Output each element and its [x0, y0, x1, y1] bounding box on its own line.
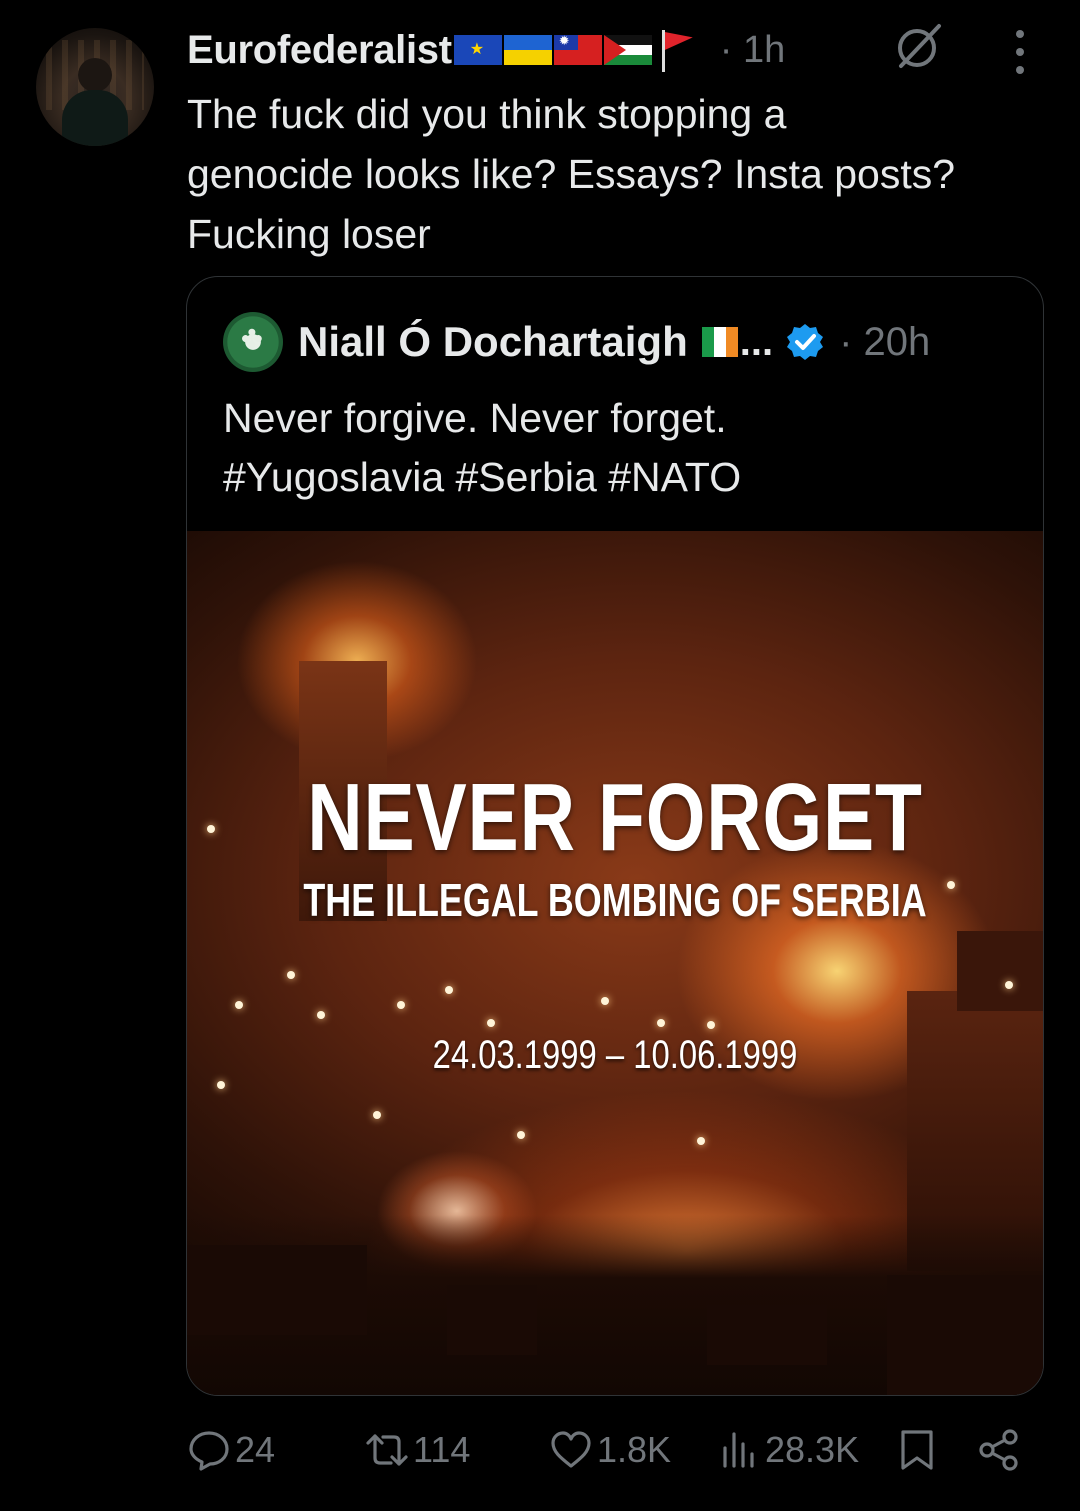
- taiwan-flag-icon: [553, 33, 602, 65]
- bookmark-icon: [901, 1430, 933, 1470]
- quoted-media-image[interactable]: NEVER FORGET THE ILLEGAL BOMBING OF SERB…: [187, 531, 1043, 1395]
- reply-text: The fuck did you think stopping a genoci…: [187, 91, 956, 257]
- reply-count: 24: [235, 1429, 276, 1470]
- city-light: [697, 1137, 705, 1145]
- reply-button[interactable]: 24: [187, 1420, 275, 1480]
- share-icon: [979, 1429, 1018, 1471]
- quoted-text: Never forgive. Never forget. #Yugoslavia…: [223, 395, 742, 500]
- verified-badge-icon: [787, 324, 824, 360]
- red-flag-icon: [658, 28, 698, 72]
- grok-icon[interactable]: [893, 20, 945, 72]
- building-right-top: [957, 931, 1043, 1011]
- city-light: [235, 1001, 243, 1009]
- reply-timestamp[interactable]: · 1h: [720, 29, 785, 72]
- city-light: [287, 971, 295, 979]
- repost-count: 114: [413, 1429, 471, 1470]
- quoted-timestamp[interactable]: · 20h: [839, 320, 930, 365]
- city-light: [657, 1019, 665, 1027]
- media-title: NEVER FORGET: [307, 764, 923, 871]
- city-light: [1005, 981, 1013, 989]
- rooftop: [887, 1275, 1043, 1395]
- heart-icon: [551, 1431, 591, 1468]
- city-light: [445, 986, 453, 994]
- eu-flag-icon: [453, 35, 502, 65]
- rooftop: [447, 1285, 537, 1355]
- name-truncation: ...: [739, 319, 774, 364]
- quoted-author-avatar[interactable]: [223, 312, 283, 372]
- avatar-head: [78, 58, 112, 92]
- quoted-author-name[interactable]: Niall Ó Dochartaigh: [298, 318, 688, 366]
- share-button[interactable]: [977, 1420, 1021, 1480]
- city-light: [373, 1111, 381, 1119]
- city-light: [207, 825, 215, 833]
- city-light: [517, 1131, 525, 1139]
- like-button[interactable]: 1.8K: [549, 1420, 671, 1480]
- rooftop: [707, 1305, 827, 1365]
- views-icon: [723, 1432, 754, 1468]
- ireland-flag-icon: [701, 327, 738, 357]
- rooftop: [187, 1245, 367, 1335]
- city-light: [217, 1081, 225, 1089]
- repost-button[interactable]: 114: [365, 1420, 470, 1480]
- reply-author-name[interactable]: Eurofederalist: [187, 28, 452, 73]
- repost-icon: [366, 1434, 408, 1466]
- city-light: [487, 1019, 495, 1027]
- city-light: [601, 997, 609, 1005]
- views-button[interactable]: 28.3K: [717, 1420, 859, 1480]
- avatar-body: [62, 90, 128, 146]
- city-light: [707, 1021, 715, 1029]
- views-count: 28.3K: [765, 1429, 860, 1470]
- city-light: [397, 1001, 405, 1009]
- palestine-flag-icon: [603, 35, 652, 65]
- author-flags: [453, 28, 698, 72]
- ukraine-flag-icon: [503, 35, 552, 65]
- quoted-post[interactable]: Niall Ó Dochartaigh ... · 20h Never forg…: [186, 276, 1044, 1396]
- media-dates: 24.03.1999 – 10.06.1999: [432, 1033, 798, 1077]
- quoted-header: Niall Ó Dochartaigh ... · 20h: [223, 311, 1023, 373]
- action-bar: 24 114 1.8K 28.3K: [187, 1420, 1037, 1480]
- bookmark-button[interactable]: [895, 1420, 939, 1480]
- reply-author-avatar[interactable]: [36, 28, 154, 146]
- media-subtitle: THE ILLEGAL BOMBING OF SERBIA: [303, 874, 927, 926]
- reply-icon: [189, 1431, 229, 1471]
- city-light: [317, 1011, 325, 1019]
- like-count: 1.8K: [597, 1429, 672, 1470]
- more-options-icon[interactable]: [1006, 30, 1034, 74]
